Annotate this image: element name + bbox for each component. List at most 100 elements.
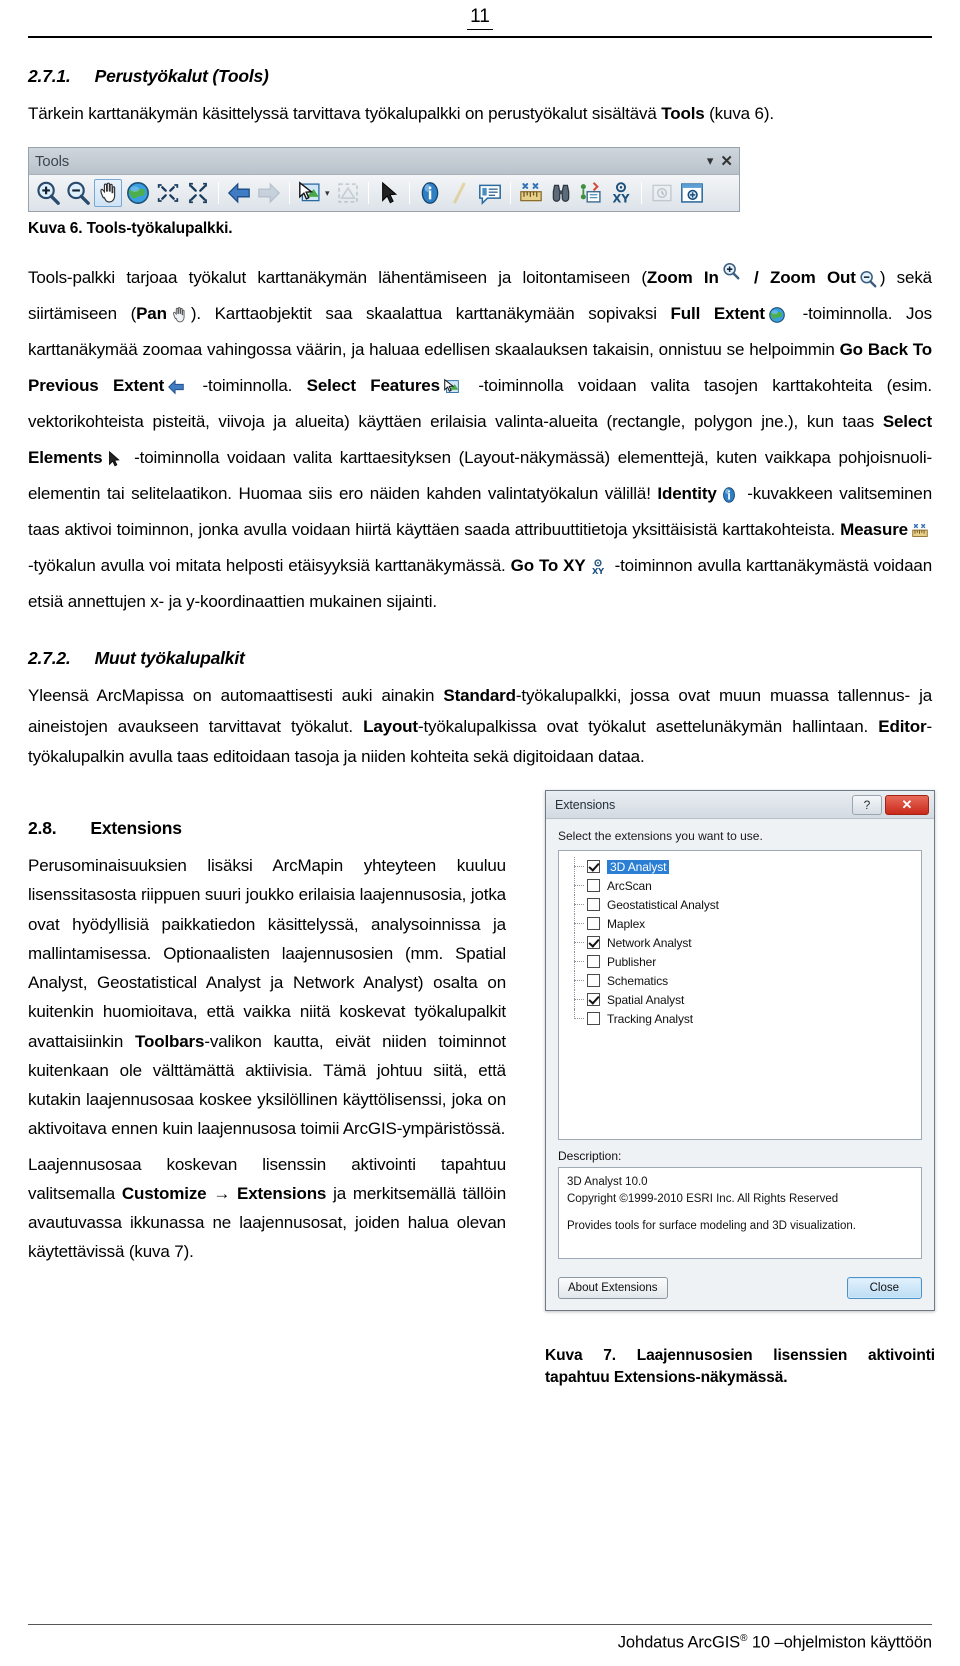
- close-icon[interactable]: ✕: [885, 794, 929, 815]
- toolbar-title: Tools: [35, 152, 70, 170]
- description-line-3: Provides tools for surface modeling and …: [567, 1219, 856, 1232]
- checkbox-schematics[interactable]: [587, 974, 600, 988]
- extensions-list[interactable]: 3D Analyst ArcScan Geostatistical Analys…: [558, 850, 922, 1141]
- tools-text-6: -toiminnolla.: [188, 376, 307, 396]
- list-item-label: Tracking Analyst: [607, 1011, 693, 1026]
- toolbar-separator: [367, 182, 369, 205]
- zoom-out-icon[interactable]: [64, 179, 92, 207]
- select-elements-arrow-icon: [104, 449, 124, 469]
- checkbox-tracking-analyst[interactable]: [587, 1012, 600, 1026]
- close-icon[interactable]: ✕: [720, 152, 733, 170]
- select-features-icon[interactable]: [296, 179, 324, 207]
- fixed-zoom-in-icon[interactable]: [154, 179, 182, 207]
- term-measure: Measure: [840, 520, 908, 540]
- list-item[interactable]: Maplex: [569, 914, 917, 934]
- identify-icon: [719, 485, 739, 505]
- go-to-xy-icon[interactable]: XY: [607, 179, 635, 207]
- select-elements-arrow-icon[interactable]: [375, 179, 403, 207]
- checkbox-maplex[interactable]: [587, 917, 600, 931]
- close-button[interactable]: Close: [846, 1277, 922, 1300]
- toolbar-separator: [640, 182, 642, 205]
- list-item-label: Maplex: [607, 916, 646, 931]
- pan-hand-icon[interactable]: [94, 179, 122, 208]
- toolbar-separator: [218, 182, 219, 205]
- checkbox-publisher[interactable]: [587, 955, 600, 969]
- document-page: 11 2.7.1. Perustyökalut (Tools) Tärkein k…: [0, 0, 960, 1666]
- zoom-out-icon: [858, 269, 878, 289]
- svg-text:XY: XY: [592, 566, 604, 576]
- list-item[interactable]: ArcScan: [569, 876, 917, 896]
- description-label: Description:: [558, 1149, 622, 1164]
- list-item-label: Network Analyst: [607, 935, 692, 950]
- about-extensions-button[interactable]: About Extensions: [558, 1277, 668, 1300]
- measure-icon[interactable]: [517, 179, 545, 207]
- find-binoculars-icon[interactable]: [547, 179, 575, 207]
- hyperlink-icon[interactable]: [446, 179, 474, 207]
- chevron-down-icon[interactable]: ▾: [325, 188, 330, 199]
- toolbar-titlebar: Tools ▾ ✕: [29, 148, 739, 176]
- term-editor: Editor: [878, 716, 927, 736]
- heading-2-8-number: 2.8.: [28, 818, 57, 839]
- fixed-zoom-out-icon[interactable]: [184, 179, 212, 207]
- heading-2-7-2-number: 2.7.2.: [28, 648, 71, 669]
- otb-text-1: Yleensä ArcMapissa on automaattisesti au…: [28, 686, 444, 706]
- extensions-paragraph-1: Perusominaisuuksien lisäksi ArcMapin yht…: [28, 851, 506, 1143]
- find-route-icon[interactable]: [577, 179, 605, 207]
- time-slider-icon[interactable]: [648, 179, 676, 207]
- list-item-label: ArcScan: [607, 878, 652, 893]
- help-icon[interactable]: ?: [852, 794, 882, 815]
- header-divider: [28, 35, 932, 38]
- checkbox-network-analyst[interactable]: [587, 936, 600, 950]
- list-item[interactable]: 3D Analyst: [569, 857, 917, 877]
- list-item[interactable]: Schematics: [569, 971, 917, 991]
- create-viewer-window-icon[interactable]: [678, 179, 706, 207]
- term-zoom-out: Zoom Out: [769, 268, 856, 288]
- go-forward-next-extent-icon[interactable]: [255, 179, 283, 207]
- term-layout: Layout: [363, 716, 418, 736]
- term-identity: Identity: [657, 484, 717, 504]
- checkbox-3d-analyst[interactable]: [587, 860, 600, 874]
- checkbox-geostatistical-analyst[interactable]: [587, 898, 600, 912]
- extensions-paragraph-2: Laajennusosaa koskevan lisenssin aktivoi…: [28, 1150, 506, 1267]
- go-back-previous-extent-icon[interactable]: [225, 179, 253, 207]
- zoom-in-icon[interactable]: [34, 179, 62, 207]
- list-item[interactable]: Tracking Analyst: [569, 1009, 917, 1028]
- list-item[interactable]: Geostatistical Analyst: [569, 895, 917, 915]
- toolbar-button-strip: ▾ XY: [29, 175, 739, 212]
- full-extent-globe-icon[interactable]: [124, 179, 152, 207]
- intro-pre: Tärkein karttanäkymän käsittelyssä tarvi…: [28, 103, 662, 123]
- checkbox-spatial-analyst[interactable]: [587, 993, 600, 1007]
- term-select-features: Select Features: [306, 376, 440, 396]
- pan-hand-icon: [169, 305, 189, 325]
- toolbar-separator: [289, 182, 290, 205]
- list-item[interactable]: Network Analyst: [569, 933, 917, 953]
- list-item-label: 3D Analyst: [607, 859, 670, 874]
- extensions-dialog[interactable]: Extensions ? ✕ Select the extensions you…: [545, 790, 935, 1312]
- html-popup-icon[interactable]: [476, 179, 504, 207]
- full-extent-globe-icon: [767, 305, 787, 325]
- list-item[interactable]: Spatial Analyst: [569, 990, 917, 1010]
- term-zoom-in: Zoom In: [646, 268, 719, 288]
- footer-text-post: 10 –ohjelmiston käyttöön: [747, 1633, 932, 1651]
- list-item-label: Publisher: [607, 954, 657, 969]
- page-footer: Johdatus ArcGIS® 10 –ohjelmiston käyttöö…: [28, 1623, 932, 1653]
- otb-text-3: -työkalupalkissa ovat työkalut asettelun…: [417, 716, 879, 736]
- list-item-label: Spatial Analyst: [607, 992, 685, 1007]
- page-header: 11: [28, 0, 932, 30]
- term-go-to-xy: Go To XY: [510, 556, 586, 576]
- heading-2-7-1: 2.7.1. Perustyökalut (Tools): [28, 66, 932, 87]
- dialog-prompt: Select the extensions you want to use.: [558, 829, 763, 844]
- chevron-down-icon[interactable]: ▾: [707, 153, 714, 169]
- intro-paragraph: Tärkein karttanäkymän käsittelyssä tarvi…: [28, 99, 932, 129]
- footer-text: Johdatus ArcGIS® 10 –ohjelmiston käyttöö…: [28, 1633, 932, 1653]
- figure-7-caption: Kuva 7. Laajennusosien lisenssien aktivo…: [545, 1347, 935, 1387]
- svg-text:XY: XY: [612, 192, 630, 206]
- clear-selected-features-icon[interactable]: [334, 179, 362, 207]
- checkbox-arcscan[interactable]: [587, 879, 600, 893]
- list-item-label: Schematics: [607, 973, 669, 988]
- dialog-footer: About Extensions Close: [546, 1268, 934, 1310]
- toolbar-separator: [509, 182, 511, 205]
- list-item[interactable]: Publisher: [569, 952, 917, 972]
- identify-icon[interactable]: [416, 179, 444, 207]
